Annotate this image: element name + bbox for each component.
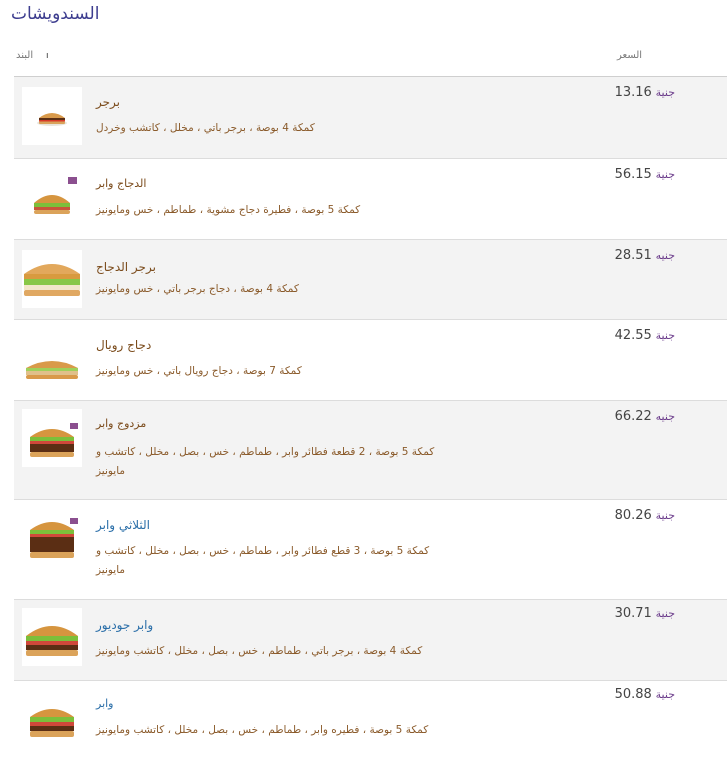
currency-label: جنية bbox=[655, 509, 675, 522]
price-value: 50.88 bbox=[614, 687, 652, 702]
item-price: جنية 13.16 bbox=[615, 85, 675, 100]
chicken-royale-image bbox=[22, 330, 82, 388]
item-name: وابر bbox=[96, 697, 114, 710]
item-description: كمكة 4 بوصة ، برجر باتي ، طماطم ، خس ، ب… bbox=[96, 645, 423, 657]
item-price: جنية 56.15 bbox=[615, 167, 675, 182]
menu-page: السندويشات البند ı السعر برجر كمكة 4 بوص… bbox=[0, 0, 727, 764]
currency-label: جنيه bbox=[655, 249, 675, 262]
item-name: مزدوج وابر bbox=[96, 417, 147, 430]
item-name: برجر الدجاج bbox=[96, 260, 156, 274]
menu-row[interactable]: وابر كمكة 5 بوصة ، فطيره وابر ، طماطم ، … bbox=[14, 681, 727, 764]
menu-row[interactable]: وابر جوديور كمكة 4 بوصة ، برجر باتي ، طم… bbox=[14, 600, 727, 681]
item-price: جنية 42.55 bbox=[615, 328, 675, 343]
item-name: برجر bbox=[96, 95, 120, 109]
item-name: دجاج رويال bbox=[96, 338, 152, 352]
page-title: السندويشات bbox=[11, 4, 100, 24]
menu-row[interactable]: الثلاثي وابر كمكة 5 بوصة ، 3 قطع فطائر و… bbox=[14, 500, 727, 600]
item-price: جنية 50.88 bbox=[615, 687, 675, 702]
currency-label: جنيه bbox=[655, 410, 675, 423]
price-value: 66.22 bbox=[614, 409, 652, 424]
chicken-burger-image bbox=[22, 250, 82, 308]
item-name: الدجاج وابر bbox=[96, 177, 147, 190]
whopper-jr-image bbox=[22, 608, 82, 666]
item-price: جنية 80.26 bbox=[615, 508, 675, 523]
hamburger-small-image bbox=[22, 87, 82, 145]
triple-whopper-image bbox=[22, 510, 82, 568]
double-whopper-image bbox=[22, 409, 82, 467]
currency-label: جنية bbox=[655, 86, 675, 99]
column-header-item-mark: ı bbox=[46, 51, 49, 61]
price-value: 42.55 bbox=[614, 328, 652, 343]
price-value: 28.51 bbox=[614, 248, 652, 263]
menu-row[interactable]: برجر الدجاج كمكة 4 بوصة ، دجاج برجر باتي… bbox=[14, 240, 727, 320]
currency-label: جنية bbox=[655, 329, 675, 342]
price-value: 56.15 bbox=[614, 167, 652, 182]
item-name: الثلاثي وابر bbox=[96, 518, 151, 532]
column-header-price: السعر bbox=[617, 50, 643, 61]
chicken-whopper-image bbox=[22, 171, 82, 229]
currency-label: جنية bbox=[655, 607, 675, 620]
item-price: جنية 30.71 bbox=[615, 606, 675, 621]
item-description: كمكة 7 بوصة ، دجاج رويال باتي ، خس ومايو… bbox=[96, 365, 302, 377]
item-price: جنيه 66.22 bbox=[615, 409, 675, 424]
menu-row[interactable]: دجاج رويال كمكة 7 بوصة ، دجاج رويال باتي… bbox=[14, 320, 727, 401]
item-price: جنيه 28.51 bbox=[615, 248, 675, 263]
menu-row[interactable]: الدجاج وابر كمكة 5 بوصة ، فطيرة دجاج مشو… bbox=[14, 159, 727, 240]
column-header-item: البند bbox=[16, 50, 34, 61]
whopper-image bbox=[22, 691, 82, 749]
item-description: كمكة 5 بوصة ، 2 قطعة فطائر وابر ، طماطم … bbox=[96, 446, 435, 477]
item-description: كمكة 5 بوصة ، 3 قطع فطائر وابر ، طماطم ،… bbox=[96, 545, 430, 576]
currency-label: جنية bbox=[655, 168, 675, 181]
menu-row[interactable]: برجر كمكة 4 بوصة ، برجر باتي ، مخلل ، كا… bbox=[14, 77, 727, 159]
menu-row[interactable]: مزدوج وابر كمكة 5 بوصة ، 2 قطعة فطائر وا… bbox=[14, 401, 727, 500]
currency-label: جنية bbox=[655, 688, 675, 701]
item-description: كمكة 5 بوصة ، فطيره وابر ، طماطم ، خس ، … bbox=[96, 724, 429, 736]
price-value: 13.16 bbox=[614, 85, 652, 100]
item-description: كمكة 5 بوصة ، فطيرة دجاج مشوية ، طماطم ،… bbox=[96, 204, 361, 216]
price-value: 80.26 bbox=[614, 508, 652, 523]
item-description: كمكة 4 بوصة ، دجاج برجر باتي ، خس ومايون… bbox=[96, 283, 299, 295]
item-name: وابر جوديور bbox=[96, 618, 154, 632]
price-value: 30.71 bbox=[614, 606, 652, 621]
item-description: كمكة 4 بوصة ، برجر باتي ، مخلل ، كاتشب و… bbox=[96, 122, 315, 134]
